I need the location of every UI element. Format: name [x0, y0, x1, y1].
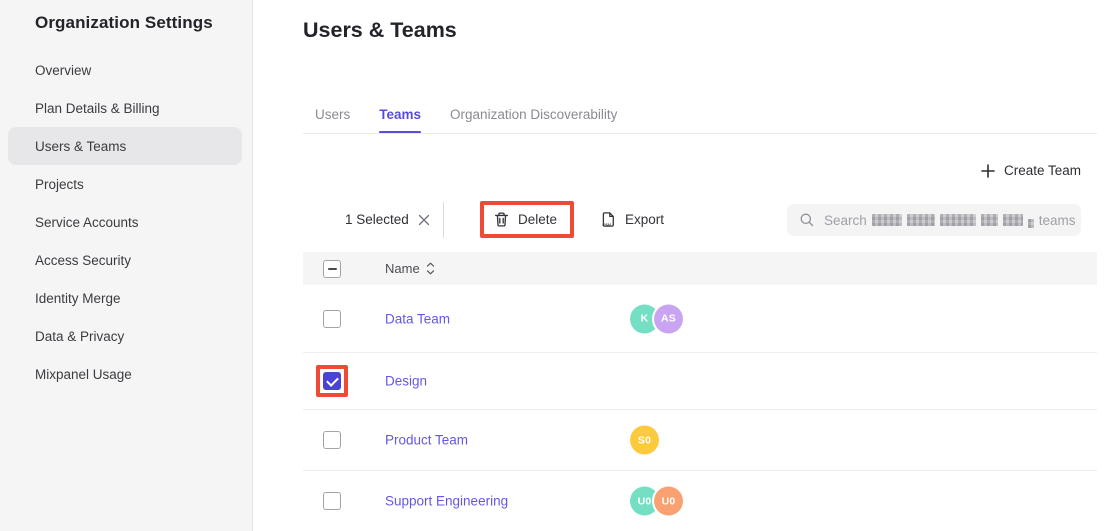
csv-file-icon: csv: [600, 211, 617, 228]
tab-teams[interactable]: Teams: [379, 95, 421, 134]
sidebar-item-projects[interactable]: Projects: [8, 165, 242, 203]
row-checkbox[interactable]: [323, 492, 341, 510]
sidebar-item-identity-merge[interactable]: Identity Merge: [8, 279, 242, 317]
redacted-text-block: [1003, 214, 1023, 226]
select-all-checkbox[interactable]: [323, 260, 341, 278]
page-title: Users & Teams: [303, 18, 457, 43]
member-avatars: K AS: [630, 304, 694, 333]
selected-count: 1 Selected: [345, 212, 409, 227]
search-icon: [799, 212, 815, 228]
table-header-row: Name: [303, 252, 1097, 285]
redacted-text-block: [907, 214, 935, 226]
redacted-text-block: [940, 214, 976, 226]
export-label: Export: [625, 212, 664, 227]
team-name-link[interactable]: Support Engineering: [385, 494, 508, 509]
sidebar-item-plan-details-billing[interactable]: Plan Details & Billing: [8, 89, 242, 127]
row-checkbox[interactable]: [323, 431, 341, 449]
avatar: AS: [654, 304, 683, 333]
table-row-product-team: Product Team S0: [303, 410, 1097, 471]
member-avatars: S0: [630, 426, 694, 455]
avatar: S0: [630, 426, 659, 455]
trash-icon: [493, 211, 510, 228]
tabs-divider: [303, 133, 1097, 134]
redacted-text-block: [872, 214, 902, 226]
organization-settings-page: Organization Settings Overview Plan Deta…: [0, 0, 1108, 531]
table-row-design: Design: [303, 353, 1097, 410]
redacted-text-block: [1028, 219, 1034, 228]
search-teams-input[interactable]: Search teams: [787, 204, 1081, 236]
delete-button[interactable]: Delete: [484, 205, 570, 234]
plus-icon: [981, 164, 995, 178]
search-placeholder: Search teams: [824, 213, 1076, 228]
team-name-link[interactable]: Design: [385, 374, 427, 389]
redacted-text-block: [981, 214, 998, 226]
delete-label: Delete: [518, 212, 557, 227]
tab-bar: Users Teams Organization Discoverability: [315, 95, 617, 134]
tab-users[interactable]: Users: [315, 95, 350, 134]
clear-selection-button[interactable]: [418, 214, 430, 226]
sidebar-item-mixpanel-usage[interactable]: Mixpanel Usage: [8, 355, 242, 393]
team-name-link[interactable]: Data Team: [385, 311, 450, 326]
create-team-button[interactable]: Create Team: [981, 163, 1081, 178]
avatar: U0: [654, 487, 683, 516]
sidebar-item-service-accounts[interactable]: Service Accounts: [8, 203, 242, 241]
svg-text:csv: csv: [602, 222, 611, 228]
sidebar-title: Organization Settings: [0, 0, 252, 33]
sidebar-item-data-privacy[interactable]: Data & Privacy: [8, 317, 242, 355]
team-name-link[interactable]: Product Team: [385, 433, 468, 448]
create-team-label: Create Team: [1004, 163, 1081, 178]
annotation-highlight-delete: Delete: [480, 201, 574, 238]
sort-icon[interactable]: [426, 262, 435, 275]
main-content: Users & Teams Users Teams Organization D…: [252, 0, 1108, 531]
selection-summary: 1 Selected: [345, 200, 430, 239]
toolbar-divider: [443, 202, 444, 238]
table-row-data-team: Data Team K AS: [303, 285, 1097, 353]
sidebar-nav: Overview Plan Details & Billing Users & …: [0, 51, 252, 393]
sidebar-item-users-teams[interactable]: Users & Teams: [8, 127, 242, 165]
tab-organization-discoverability[interactable]: Organization Discoverability: [450, 95, 617, 134]
sidebar-item-access-security[interactable]: Access Security: [8, 241, 242, 279]
export-button[interactable]: csv Export: [600, 200, 664, 239]
column-header-name: Name: [385, 261, 435, 276]
table-row-support-engineering: Support Engineering U0 U0: [303, 471, 1097, 531]
close-icon: [418, 214, 430, 226]
sidebar-item-overview[interactable]: Overview: [8, 51, 242, 89]
row-checkbox-checked[interactable]: [323, 372, 341, 390]
annotation-highlight-checkbox: [316, 365, 348, 397]
sidebar: Organization Settings Overview Plan Deta…: [0, 0, 253, 531]
row-checkbox[interactable]: [323, 310, 341, 328]
member-avatars: U0 U0: [630, 487, 694, 516]
